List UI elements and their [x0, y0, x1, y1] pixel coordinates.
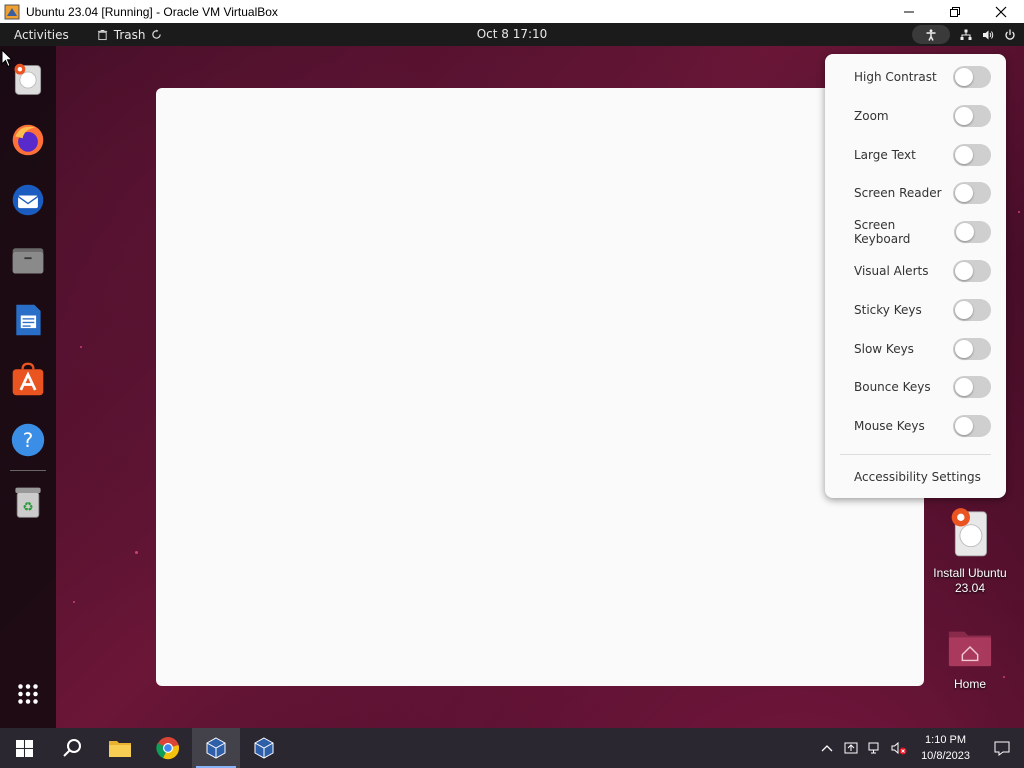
home-folder-icon	[948, 631, 992, 667]
virtualbox-cube-icon	[254, 737, 274, 759]
host-window-titlebar: Ubuntu 23.04 [Running] - Oracle VM Virtu…	[0, 0, 1024, 23]
menu-item-high-contrast[interactable]: High Contrast	[825, 59, 1006, 95]
taskbar-date: 10/8/2023	[921, 750, 970, 762]
search-icon	[63, 739, 81, 757]
screen-reader-toggle[interactable]	[953, 182, 991, 204]
windows-system-tray: 1:10 PM 10/8/2023	[815, 728, 1024, 768]
install-ubuntu-label: Install Ubuntu 23.04	[933, 566, 1007, 595]
home-label: Home	[953, 677, 986, 691]
chrome-button[interactable]	[144, 728, 192, 768]
activities-button[interactable]: Activities	[0, 23, 83, 46]
menu-item-label: Slow Keys	[854, 342, 914, 356]
virtualbox-icon	[4, 4, 20, 20]
ubuntu-dock: ? ♻	[0, 46, 56, 728]
windows-logo-icon	[15, 739, 33, 757]
start-button[interactable]	[0, 728, 48, 768]
accessibility-settings-button[interactable]: Accessibility Settings	[854, 470, 981, 484]
menu-item-bounce-keys[interactable]: Bounce Keys	[825, 369, 1006, 405]
svg-text:?: ?	[23, 429, 34, 452]
trash-app-icon	[97, 29, 107, 40]
dock-separator	[10, 470, 46, 471]
taskbar-time: 1:10 PM	[925, 734, 967, 746]
windows-taskbar: 1:10 PM 10/8/2023	[0, 728, 1024, 768]
menu-item-label: Sticky Keys	[854, 303, 922, 317]
host-window-title: Ubuntu 23.04 [Running] - Oracle VM Virtu…	[26, 4, 278, 19]
files-icon[interactable]	[8, 240, 48, 280]
menu-item-screen-keyboard[interactable]: Screen Keyboard	[825, 214, 1006, 250]
menu-item-sticky-keys[interactable]: Sticky Keys	[825, 292, 1006, 328]
search-button[interactable]	[48, 728, 96, 768]
help-icon[interactable]: ?	[8, 420, 48, 460]
thunderbird-icon[interactable]	[8, 180, 48, 220]
trash-icon[interactable]: ♻	[8, 482, 48, 522]
menu-item-label: Screen Keyboard	[854, 218, 911, 246]
bounce-keys-toggle[interactable]	[953, 376, 991, 398]
restore-button[interactable]	[932, 0, 978, 23]
network-icon[interactable]	[863, 728, 887, 768]
wallpaper-star	[135, 551, 138, 554]
menu-item-large-text[interactable]: Large Text	[825, 137, 1006, 173]
tray-overflow-chevron-icon[interactable]	[815, 728, 839, 768]
wallpaper-star	[80, 346, 82, 348]
mouse-cursor-icon	[1, 49, 13, 68]
menu-item-label: Visual Alerts	[854, 264, 929, 278]
app-center-icon[interactable]	[8, 360, 48, 400]
virtualbox-vm-button[interactable]	[192, 728, 240, 768]
focused-app-name: Trash	[113, 27, 146, 42]
virtualbox-cube-icon	[206, 737, 226, 759]
tray-app-icon[interactable]	[839, 728, 863, 768]
install-ubuntu-desktop-icon[interactable]: Install Ubuntu 23.04	[925, 505, 1015, 596]
show-apps-icon[interactable]	[8, 674, 48, 714]
screen-keyboard-toggle[interactable]	[953, 221, 991, 243]
wallpaper-star	[1018, 211, 1020, 213]
installer-icon	[951, 508, 987, 557]
svg-text:♻: ♻	[22, 499, 33, 514]
menu-item-label: Large Text	[854, 148, 916, 162]
libreoffice-writer-icon[interactable]	[8, 300, 48, 340]
minimize-button[interactable]	[886, 0, 932, 23]
blank-app-window[interactable]	[156, 88, 924, 686]
action-center-icon[interactable]	[980, 728, 1024, 768]
menu-item-label: Mouse Keys	[854, 419, 925, 433]
zoom-toggle[interactable]	[953, 105, 991, 127]
home-desktop-icon[interactable]: Home	[925, 624, 1015, 692]
firefox-icon[interactable]	[8, 120, 48, 160]
mouse-keys-toggle[interactable]	[953, 415, 991, 437]
menu-item-label: Screen Reader	[854, 186, 942, 200]
menu-item-screen-reader[interactable]: Screen Reader	[825, 175, 1006, 211]
menu-separator	[840, 454, 991, 455]
volume-icon[interactable]	[982, 29, 994, 41]
accessibility-menu: High Contrast Zoom Large Text Screen Rea…	[825, 54, 1006, 498]
accessibility-icon	[926, 28, 936, 41]
installer-icon[interactable]	[8, 60, 48, 100]
menu-item-label: High Contrast	[854, 70, 937, 84]
menu-item-zoom[interactable]: Zoom	[825, 98, 1006, 134]
menu-item-visual-alerts[interactable]: Visual Alerts	[825, 253, 1006, 289]
system-tray	[912, 23, 1016, 46]
menu-item-label: Zoom	[854, 109, 889, 123]
menu-item-mouse-keys[interactable]: Mouse Keys	[825, 408, 1006, 444]
date-time-clock[interactable]: Oct 8 17:10	[477, 27, 548, 41]
chrome-icon	[156, 737, 179, 760]
focused-app-menu[interactable]: Trash	[97, 28, 163, 42]
network-icon[interactable]	[960, 29, 972, 41]
menu-item-label: Bounce Keys	[854, 380, 931, 394]
sticky-keys-toggle[interactable]	[953, 299, 991, 321]
ubuntu-top-bar: Activities Trash Oct 8 17:10	[0, 23, 1024, 46]
high-contrast-toggle[interactable]	[953, 66, 991, 88]
folder-icon	[109, 741, 131, 757]
file-explorer-button[interactable]	[96, 728, 144, 768]
taskbar-clock[interactable]: 1:10 PM 10/8/2023	[911, 732, 980, 764]
virtualbox-manager-button[interactable]	[240, 728, 288, 768]
large-text-toggle[interactable]	[953, 144, 991, 166]
accessibility-menu-button[interactable]	[912, 25, 950, 44]
visual-alerts-toggle[interactable]	[953, 260, 991, 282]
power-icon[interactable]	[1004, 29, 1016, 41]
slow-keys-toggle[interactable]	[953, 338, 991, 360]
menu-item-slow-keys[interactable]: Slow Keys	[825, 331, 1006, 367]
close-button[interactable]	[978, 0, 1024, 23]
wallpaper-star	[73, 601, 75, 603]
loading-spinner-icon	[152, 29, 162, 39]
volume-muted-icon[interactable]	[887, 728, 911, 768]
